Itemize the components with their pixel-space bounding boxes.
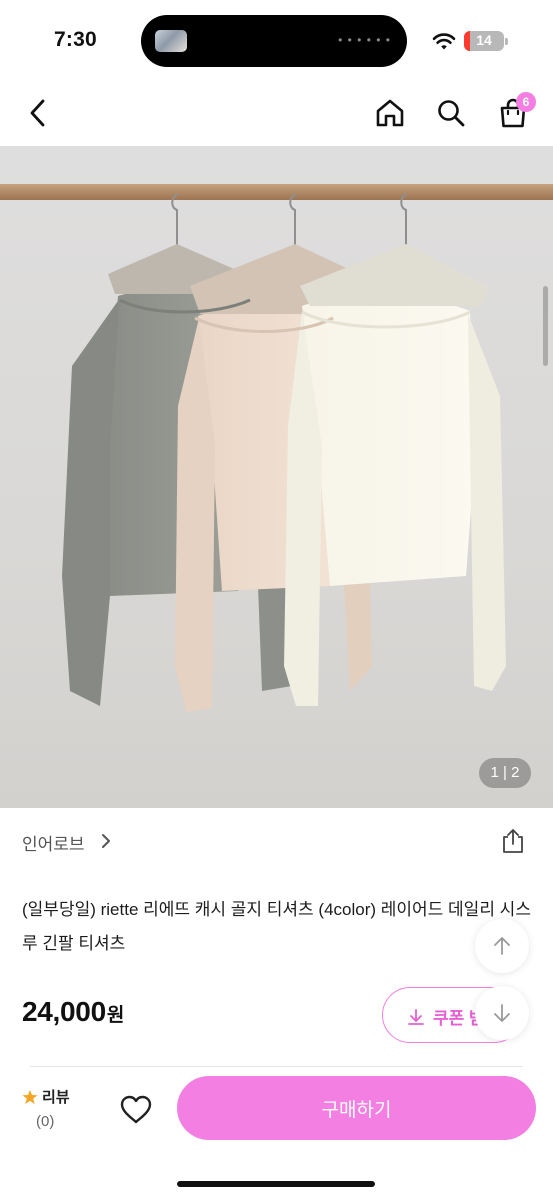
scroll-indicator[interactable]: [543, 286, 548, 366]
battery-level: 14: [476, 32, 492, 48]
divider: [30, 1066, 523, 1067]
product-photo: [0, 184, 553, 712]
home-button[interactable]: [368, 80, 412, 146]
scroll-bottom-button[interactable]: [475, 986, 529, 1040]
cart-button[interactable]: 6: [491, 80, 536, 146]
now-playing-thumbnail: [155, 30, 187, 52]
scroll-top-button[interactable]: [475, 919, 529, 973]
nav-bar: 6: [0, 80, 553, 146]
audio-wave-icon: • • • • • •: [338, 33, 391, 47]
share-button[interactable]: [497, 824, 529, 858]
cart-count-badge: 6: [516, 92, 536, 112]
wishlist-button[interactable]: [114, 1088, 158, 1132]
chevron-left-icon: [30, 99, 45, 127]
chevron-right-icon: [102, 834, 110, 848]
image-counter: 1 | 2: [479, 758, 531, 788]
review-label-row: 리뷰: [22, 1086, 70, 1107]
buy-button[interactable]: 구매하기: [177, 1076, 536, 1140]
back-button[interactable]: [16, 80, 60, 146]
download-icon: [408, 1008, 424, 1025]
wifi-icon: [432, 33, 456, 50]
review-summary[interactable]: 리뷰 (0): [22, 1086, 82, 1134]
search-button[interactable]: [429, 80, 473, 146]
status-bar: 7:30 • • • • • • 14: [0, 0, 553, 80]
shop-row[interactable]: 인어로브: [0, 808, 553, 874]
product-title: (일부당일) riette 리에뜨 캐시 골지 티셔츠 (4color) 레이어…: [22, 900, 531, 953]
battery-cap: [505, 38, 508, 45]
star-icon: [22, 1089, 38, 1104]
review-label: 리뷰: [42, 1089, 70, 1106]
review-count: (0): [36, 1113, 55, 1130]
price-value: 24,000: [22, 996, 106, 1027]
product-image-gallery[interactable]: 1 | 2: [0, 146, 553, 808]
arrow-up-icon: [494, 937, 510, 955]
search-icon: [438, 100, 465, 127]
product-price: 24,000원: [22, 996, 124, 1028]
home-icon: [376, 99, 404, 127]
heart-icon: [120, 1095, 152, 1124]
status-time: 7:30: [54, 28, 97, 51]
dynamic-island[interactable]: • • • • • •: [141, 15, 407, 67]
battery-icon: 14: [464, 31, 504, 51]
shop-name[interactable]: 인어로브: [22, 830, 85, 855]
price-unit: 원: [106, 1005, 125, 1026]
arrow-down-icon: [494, 1004, 510, 1022]
share-icon: [503, 829, 523, 853]
home-indicator: [177, 1181, 375, 1187]
